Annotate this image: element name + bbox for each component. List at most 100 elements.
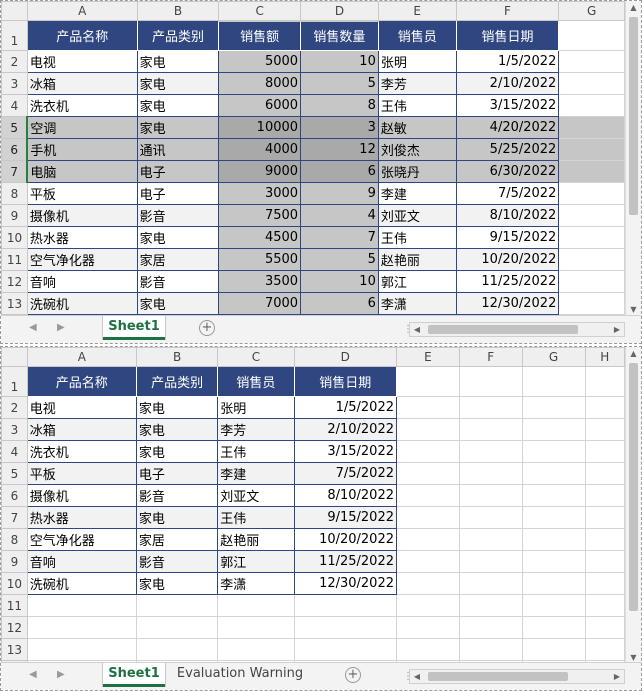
cell-sales-amount[interactable]: 5500 <box>218 248 302 271</box>
cell-product-name[interactable]: 音响 <box>26 550 137 573</box>
cell-empty[interactable] <box>293 616 398 639</box>
row-header[interactable]: 7 <box>1 506 28 529</box>
cell-category[interactable]: 家电 <box>136 116 220 139</box>
cell-empty[interactable] <box>521 440 586 463</box>
tab-sheet1[interactable]: Sheet1 <box>103 316 165 340</box>
row-header[interactable]: 6 <box>1 138 29 161</box>
cell-empty[interactable] <box>458 528 523 551</box>
cell-empty[interactable] <box>135 638 219 661</box>
cell-product-name[interactable]: 摄像机 <box>26 204 138 227</box>
header-cell-sales-date[interactable]: 销售日期 <box>455 20 560 51</box>
cell-sales-date[interactable]: 2/10/2022 <box>293 418 398 441</box>
cell-product-name[interactable]: 空调 <box>26 116 138 139</box>
cell-salesperson[interactable]: 刘亚文 <box>217 484 295 507</box>
cell-empty[interactable] <box>521 594 586 617</box>
cell-empty[interactable] <box>396 550 460 573</box>
cell-category[interactable]: 影音 <box>136 204 220 227</box>
cell-empty[interactable] <box>558 160 625 183</box>
column-header-d[interactable]: D <box>300 1 379 22</box>
row-header[interactable]: 8 <box>1 182 28 205</box>
cell-salesperson[interactable]: 李潇 <box>217 572 295 595</box>
cell-empty[interactable] <box>521 418 586 441</box>
cell-empty[interactable] <box>458 638 523 661</box>
cell-empty[interactable] <box>135 594 219 617</box>
row-header[interactable]: 3 <box>1 72 28 95</box>
select-all-corner[interactable] <box>1 347 28 367</box>
cell-empty[interactable] <box>558 72 625 95</box>
cell-empty[interactable] <box>521 572 586 595</box>
scroll-thumb[interactable] <box>629 17 638 215</box>
cell-empty[interactable] <box>396 572 460 595</box>
cell-empty[interactable] <box>558 50 625 73</box>
cell-sales-date[interactable]: 3/15/2022 <box>293 440 398 463</box>
cell-category[interactable]: 家居 <box>136 248 220 271</box>
row-header[interactable]: 4 <box>1 94 28 117</box>
cell-sales-amount[interactable]: 7500 <box>218 204 302 227</box>
row-header[interactable]: 12 <box>1 270 28 293</box>
cell-f1[interactable] <box>458 366 523 397</box>
horizontal-scroll-thumb[interactable] <box>428 672 568 681</box>
cell-empty[interactable] <box>458 462 523 485</box>
cell-salesperson[interactable]: 赵敏 <box>377 116 457 139</box>
cell-sales-amount[interactable]: 3000 <box>218 182 302 205</box>
column-header-d[interactable]: D <box>293 347 398 367</box>
cell-sales-amount[interactable]: 4500 <box>218 226 302 249</box>
cell-sales-amount[interactable]: 9000 <box>218 160 302 183</box>
cell-salesperson[interactable]: 王伟 <box>377 226 457 249</box>
cell-sales-amount[interactable]: 5000 <box>218 50 302 73</box>
cell-sales-qty[interactable]: 7 <box>300 226 379 249</box>
cell-sales-amount[interactable]: 4000 <box>218 138 302 161</box>
row-header[interactable]: 11 <box>1 248 28 271</box>
cell-category[interactable]: 电子 <box>136 182 220 205</box>
cell-h1[interactable] <box>584 366 625 397</box>
cell-sales-date[interactable]: 8/10/2022 <box>293 484 398 507</box>
cell-empty[interactable] <box>558 138 625 161</box>
scroll-right-icon[interactable]: ▶ <box>610 323 624 336</box>
column-header-e[interactable]: E <box>377 1 457 21</box>
cell-empty[interactable] <box>396 396 460 419</box>
cell-empty[interactable] <box>293 594 398 617</box>
cell-sales-date[interactable]: 7/5/2022 <box>455 182 560 205</box>
cell-sales-date[interactable]: 8/10/2022 <box>455 204 560 227</box>
cell-empty[interactable] <box>558 182 625 205</box>
cell-empty[interactable] <box>584 506 625 529</box>
cell-sales-date[interactable]: 9/15/2022 <box>293 506 398 529</box>
cell-category[interactable]: 家电 <box>135 506 219 529</box>
cell-empty[interactable] <box>521 638 586 661</box>
add-sheet-icon[interactable]: + <box>345 667 361 683</box>
cell-g1[interactable] <box>558 20 625 51</box>
column-header-a[interactable]: A <box>26 347 137 367</box>
cell-sales-date[interactable]: 10/20/2022 <box>455 248 560 271</box>
cell-sales-date[interactable]: 11/25/2022 <box>455 270 560 293</box>
tab-next-icon[interactable]: ▶ <box>57 669 65 680</box>
cell-empty[interactable] <box>521 462 586 485</box>
cell-sales-date[interactable]: 12/30/2022 <box>455 292 560 315</box>
cell-category[interactable]: 通讯 <box>136 138 220 161</box>
cell-empty[interactable] <box>584 550 625 573</box>
column-header-h[interactable]: H <box>584 347 625 367</box>
header-cell-sales-date[interactable]: 销售日期 <box>293 366 398 397</box>
column-header-e[interactable]: E <box>396 347 460 367</box>
cell-empty[interactable] <box>458 572 523 595</box>
tab-split-handle[interactable]: ⋮ <box>403 669 413 684</box>
cell-sales-amount[interactable]: 6000 <box>218 94 302 117</box>
row-header[interactable]: 10 <box>1 572 28 595</box>
cell-sales-qty[interactable]: 5 <box>300 248 379 271</box>
cell-salesperson[interactable]: 刘俊杰 <box>377 138 457 161</box>
cell-sales-amount[interactable]: 7000 <box>218 292 302 315</box>
cell-sales-qty[interactable]: 12 <box>300 138 379 161</box>
cell-category[interactable]: 电子 <box>135 462 219 485</box>
cell-product-name[interactable]: 平板 <box>26 462 137 485</box>
cell-category[interactable]: 家电 <box>136 292 220 315</box>
cell-e1[interactable] <box>396 366 460 397</box>
cell-empty[interactable] <box>584 594 625 617</box>
row-header[interactable]: 6 <box>1 484 28 507</box>
scroll-left-icon[interactable]: ◀ <box>410 670 424 683</box>
cell-salesperson[interactable]: 郭江 <box>217 550 295 573</box>
cell-sales-amount[interactable]: 3500 <box>218 270 302 293</box>
cell-empty[interactable] <box>558 204 625 227</box>
cell-empty[interactable] <box>584 418 625 441</box>
row-header-1[interactable]: 1 <box>1 20 28 51</box>
column-header-c[interactable]: C <box>218 1 302 22</box>
row-header[interactable]: 11 <box>1 594 28 617</box>
